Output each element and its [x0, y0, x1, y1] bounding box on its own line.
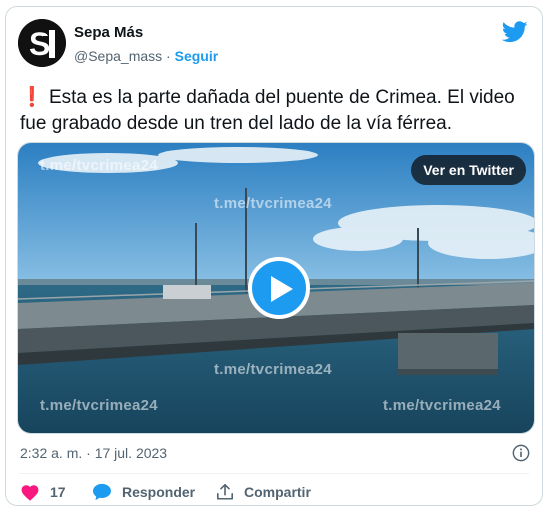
share-icon [216, 483, 234, 500]
reply-button[interactable]: Responder [92, 483, 195, 501]
watermark: t.me/tvcrimea24 [40, 157, 158, 174]
timestamp[interactable]: 2:32 a. m. · 17 jul. 2023 [20, 445, 167, 461]
tweet-card: S Sepa Más @Sepa_mass · Seguir ❗ Esta es… [5, 6, 543, 506]
info-icon[interactable] [512, 444, 530, 462]
heart-icon [21, 485, 39, 501]
tweet-text: ❗ Esta es la parte dañada del puente de … [20, 85, 532, 137]
author-name[interactable]: Sepa Más [74, 24, 143, 41]
like-count: 17 [50, 484, 66, 500]
like-button[interactable]: 17 [20, 483, 66, 501]
play-icon [271, 276, 293, 302]
play-button[interactable] [248, 257, 310, 319]
video-player[interactable]: t.me/tvcrimea24 t.me/tvcrimea24 t.me/tvc… [17, 142, 535, 434]
watermark: t.me/tvcrimea24 [383, 397, 501, 414]
follow-button[interactable]: Seguir [175, 48, 219, 64]
separator-dot: · [166, 48, 171, 64]
author-handle[interactable]: @Sepa_mass [74, 48, 162, 64]
reply-label: Responder [122, 484, 196, 500]
twitter-bird-icon[interactable] [502, 21, 528, 43]
tweet-body: Esta es la parte dañada del puente de Cr… [20, 87, 515, 134]
share-label: Compartir [244, 484, 311, 500]
divider [19, 473, 529, 474]
watermark: t.me/tvcrimea24 [214, 361, 332, 378]
watermark: t.me/tvcrimea24 [40, 397, 158, 414]
avatar[interactable]: S [18, 19, 66, 67]
avatar-logo: S [29, 26, 50, 62]
watermark: t.me/tvcrimea24 [214, 195, 332, 212]
author-handle-row: @Sepa_mass · Seguir [74, 48, 218, 64]
exclamation-emoji: ❗ [20, 87, 44, 108]
share-button[interactable]: Compartir [216, 483, 311, 501]
view-on-twitter-button[interactable]: Ver en Twitter [411, 155, 526, 185]
reply-bubble-icon [93, 483, 111, 501]
